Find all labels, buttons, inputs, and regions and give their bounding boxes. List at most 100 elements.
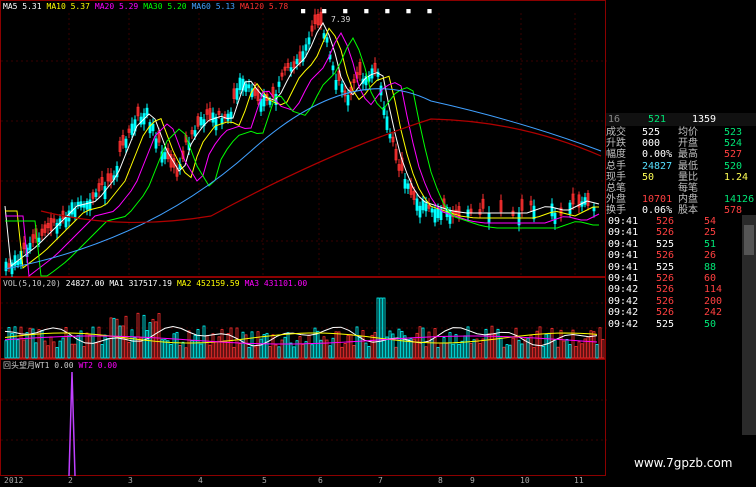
tick-vol: 114 (704, 284, 723, 296)
tick-price: 526 (656, 273, 675, 284)
quote-value: 0.06% (642, 205, 673, 217)
kline-chart[interactable] (1, 1, 607, 278)
tick-price: 525 (656, 318, 675, 330)
quote-row: 外盘 10701 内盘 14126 (606, 194, 756, 205)
x-tick-label: 2012 (4, 476, 24, 485)
event-markers: ■ ■ ■ ■ ■ ■ ■ (301, 7, 432, 15)
tick-time: 09:41 (608, 273, 639, 284)
quote-label: 最低 (678, 160, 698, 172)
indicator-chart[interactable] (1, 360, 607, 477)
tick-row: 09:41 526 54 (606, 216, 756, 227)
tick-vol: 26 (704, 250, 717, 262)
tick-scrollbar[interactable] (742, 215, 756, 435)
x-tick-label: 10 (520, 476, 530, 485)
indicator-panel[interactable]: 回头望月WT1 0.00 WT2 0.00 (0, 359, 607, 477)
quote-value: 524 (724, 138, 743, 150)
quote-label: 幅度 (606, 149, 626, 161)
quote-value: 523 (724, 127, 743, 138)
candles (4, 7, 596, 278)
tick-price: 525 (656, 238, 675, 250)
tick-time: 09:42 (608, 307, 639, 319)
quote-value: 50 (642, 171, 655, 183)
ma-legend-item: MA10 5.37 (46, 2, 90, 11)
quote-row: 换手 0.06% 股本 578 (606, 205, 756, 216)
quote-value: 1.24 (724, 171, 749, 183)
tick-time: 09:41 (608, 227, 639, 239)
kline-panel[interactable]: MA5 5.31 MA10 5.37 MA20 5.29 MA30 5.20 MA60 … (0, 0, 607, 278)
tick-vol: 60 (704, 273, 717, 284)
tick-vol: 88 (704, 261, 717, 273)
ma-legend-item: MA120 5.78 (239, 2, 289, 11)
quote-row: 升跌 000 开盘 524 (606, 138, 756, 149)
vol-legend-item: MA1 317517.19 (109, 279, 172, 288)
x-tick-label: 6 (318, 476, 323, 485)
ma-legend-item: MA30 5.20 (143, 2, 187, 11)
x-tick-label: 5 (262, 476, 267, 485)
quote-header: 16 521 1359 (606, 113, 756, 126)
quote-value: 14126 (724, 194, 755, 206)
quote-label: 成交 (606, 127, 626, 138)
quote-label: 外盘 (606, 194, 626, 206)
quote-row: 成交 525 均价 523 (606, 127, 756, 138)
quote-row: 幅度 0.00% 最高 527 (606, 149, 756, 160)
tick-vol: 51 (704, 238, 717, 250)
quote-value: 10701 (642, 194, 673, 206)
vol-legend-item: VOL(5,10,20) (3, 279, 61, 288)
quote-label: 总手 (606, 160, 626, 172)
tick-row: 09:42 526 242 (606, 307, 756, 318)
indicator-legend-item: 回头望月WT1 0.00 (3, 361, 74, 370)
stock-code: 16 (608, 114, 621, 125)
high-price-label: 7.39 (331, 15, 351, 24)
quote-value: 578 (724, 205, 743, 217)
tick-time: 09:42 (608, 284, 639, 296)
quote-row: 总手 24827 最低 520 (606, 161, 756, 172)
indicator-legend: 回头望月WT1 0.00 WT2 0.00 (3, 361, 122, 371)
quote-label: 内盘 (678, 194, 698, 206)
tick-time: 09:41 (608, 261, 639, 273)
scrollbar-thumb[interactable] (744, 225, 754, 255)
quote-label: 均价 (678, 127, 698, 138)
tick-time: 09:42 (608, 295, 639, 307)
indicator-spike (68, 371, 76, 477)
volume-legend: VOL(5,10,20) 24827.00 MA1 317517.19 MA2 452… (3, 279, 312, 289)
tick-row: 09:41 525 88 (606, 262, 756, 273)
quote-label: 换手 (606, 205, 626, 217)
tick-vol: 25 (704, 227, 717, 239)
tick-time: 09:41 (608, 238, 639, 250)
buy-volume: 1359 (692, 114, 717, 125)
vol-legend-item: MA2 452159.59 (176, 279, 240, 288)
vol-legend-item: MA3 431101.00 (244, 279, 308, 288)
quote-value: 24827 (642, 160, 673, 172)
quote-label: 升跌 (606, 138, 626, 150)
volume-chart[interactable] (1, 278, 607, 360)
x-tick-label: 2 (68, 476, 73, 485)
x-tick-label: 3 (128, 476, 133, 485)
tick-row: 09:42 526 200 (606, 296, 756, 307)
x-tick-label: 8 (438, 476, 443, 485)
tick-price: 526 (656, 227, 675, 239)
tick-price: 525 (656, 261, 675, 273)
tick-row: 09:41 526 60 (606, 273, 756, 284)
tick-price: 526 (656, 307, 675, 319)
quote-value: 520 (724, 160, 743, 172)
ma-legend-item: MA20 5.29 (94, 2, 139, 11)
quote-value: 525 (642, 127, 661, 138)
tick-time: 09:41 (608, 216, 639, 227)
ma-legend-item: MA60 5.13 (191, 2, 235, 11)
tick-price: 526 (656, 284, 675, 296)
tick-row: 09:41 526 26 (606, 250, 756, 261)
quote-value: 000 (642, 138, 661, 150)
tick-row: 09:42 526 114 (606, 284, 756, 295)
ma-legend-item: MA5 5.31 (3, 2, 42, 11)
volume-panel[interactable]: VOL(5,10,20) 24827.00 MA1 317517.19 MA2 452… (0, 277, 607, 360)
x-axis: 2012 2 3 4 5 6 7 8 9 10 11 (0, 476, 606, 487)
tick-row: 09:41 526 25 (606, 227, 756, 238)
quote-label: 每笔 (678, 183, 698, 194)
quote-label: 量比 (678, 171, 698, 183)
indicator-legend-item: WT2 0.00 (78, 361, 118, 370)
quote-row: 总笔 每笔 (606, 183, 756, 194)
tick-time: 09:42 (608, 318, 639, 330)
quote-label: 总笔 (606, 183, 626, 194)
watermark: www.7gpzb.com (634, 456, 733, 470)
tick-vol: 50 (704, 318, 717, 330)
